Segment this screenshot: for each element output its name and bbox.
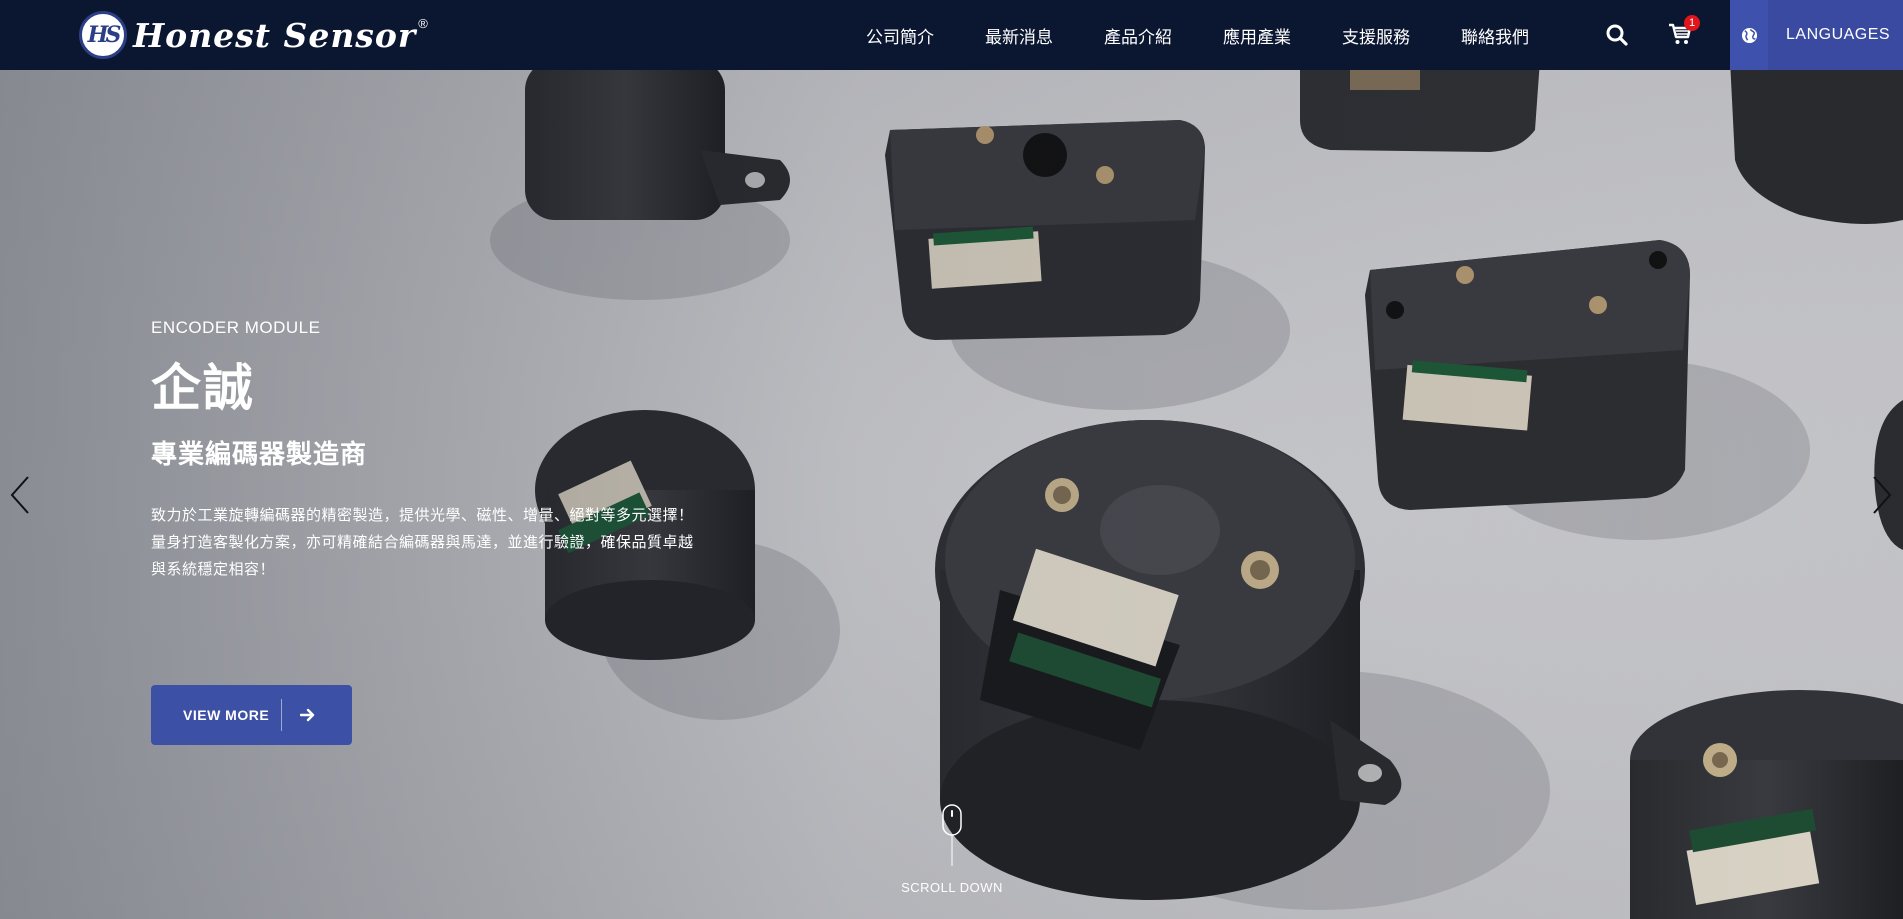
mouse-icon <box>942 804 962 866</box>
hero-description-line: 量身打造客製化方案，亦可精確結合編碼器與馬達，並進行驗證，確保品質卓越 <box>151 534 694 551</box>
view-more-button[interactable]: VIEW MORE <box>151 685 352 745</box>
slider-next-arrow-icon[interactable] <box>1870 473 1894 517</box>
logo-mark-icon: HS <box>79 11 127 59</box>
globe-icon <box>1730 0 1768 70</box>
hero-description-line: 致力於工業旋轉編碼器的精密製造，提供光學、磁性、增量、絕對等多元選擇！ <box>151 507 694 524</box>
nav-item-support[interactable]: 支援服務 <box>1342 23 1410 48</box>
button-divider <box>281 699 282 731</box>
search-icon[interactable] <box>1606 24 1630 48</box>
nav-item-products[interactable]: 產品介紹 <box>1104 23 1172 48</box>
logo-text: Honest Sensor <box>133 15 417 55</box>
cart-count-badge: 1 <box>1684 15 1700 31</box>
main-nav: 公司簡介 最新消息 產品介紹 應用產業 支援服務 聯絡我們 <box>866 0 1529 70</box>
scroll-down-indicator[interactable]: SCROLL DOWN <box>892 804 1012 895</box>
nav-item-contact[interactable]: 聯絡我們 <box>1461 23 1529 48</box>
languages-label: LANGUAGES <box>1786 26 1891 43</box>
nav-item-industries[interactable]: 應用產業 <box>1223 23 1291 48</box>
hero-headline: 企誠 <box>151 360 255 416</box>
nav-item-news[interactable]: 最新消息 <box>985 23 1053 48</box>
hero-description: 致力於工業旋轉編碼器的精密製造，提供光學、磁性、增量、絕對等多元選擇！ 量身打造… <box>151 502 771 583</box>
registered-mark: ® <box>418 15 428 31</box>
nav-item-about[interactable]: 公司簡介 <box>866 23 934 48</box>
brand-logo[interactable]: HS Honest Sensor ® <box>79 10 428 60</box>
hero-subhead: 專業編碼器製造商 <box>151 439 368 469</box>
languages-button[interactable]: LANGUAGES <box>1730 0 1903 70</box>
scroll-down-label: SCROLL DOWN <box>901 880 1003 895</box>
slider-prev-arrow-icon[interactable] <box>8 473 32 517</box>
view-more-label: VIEW MORE <box>183 707 270 723</box>
hero-caption: ENCODER MODULE 企誠 專業編碼器製造商 致力於工業旋轉編碼器的精密… <box>151 318 771 745</box>
hero-description-line: 與系統穩定相容！ <box>151 561 276 578</box>
site-header: HS Honest Sensor ® 公司簡介 最新消息 產品介紹 應用產業 支… <box>0 0 1903 70</box>
arrow-right-icon <box>300 708 315 722</box>
hero-slider: ENCODER MODULE 企誠 專業編碼器製造商 致力於工業旋轉編碼器的精密… <box>0 70 1903 919</box>
hero-eyebrow: ENCODER MODULE <box>151 318 321 337</box>
